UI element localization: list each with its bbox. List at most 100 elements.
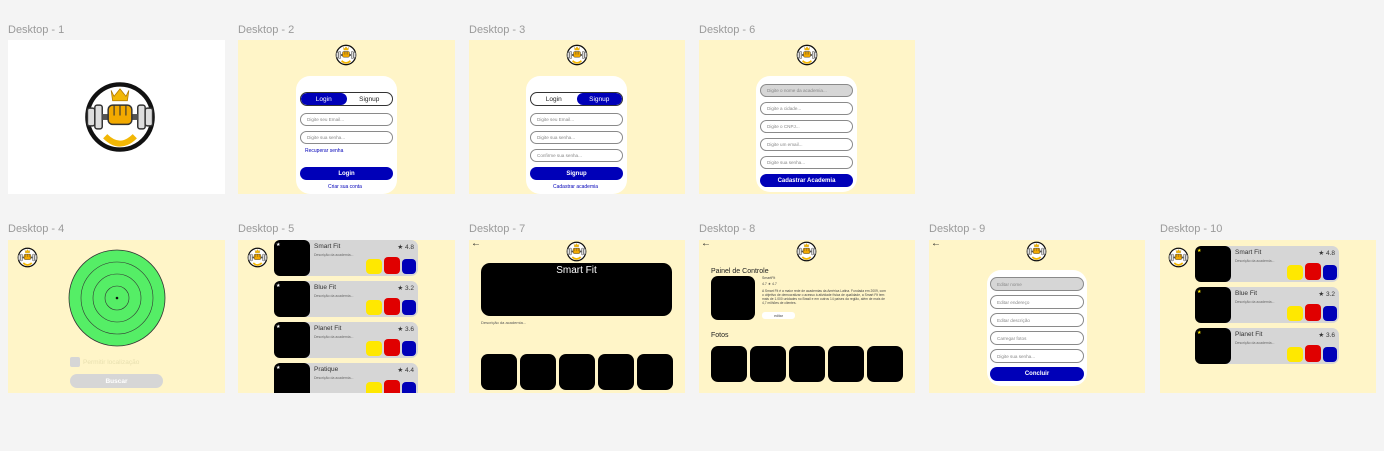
gym-title: Smart Fit [556, 265, 597, 276]
yellow-tag [366, 382, 382, 393]
frame-desktop-3: Login Signup Digite seu Email... Digite … [469, 40, 685, 194]
logo-icon [247, 247, 268, 268]
location-radar[interactable] [68, 249, 166, 347]
register-gym-card: Digite o nome da academia... Digite a ci… [756, 76, 857, 192]
tab-signup[interactable]: Signup [347, 93, 393, 105]
register-gym-button[interactable]: Cadastrar Academia [760, 174, 853, 187]
frame-desktop-7: ← Smart Fit Descrição da academia... [469, 240, 685, 393]
gym-description: Descrição da academia... [1235, 300, 1275, 304]
edit-gym-card: Editar nome Editar endereço Editar descr… [987, 270, 1087, 386]
frame-label-desktop-2: Desktop - 2 [238, 24, 295, 36]
frame-desktop-8: ← Painel de Controle SmartFit 4.7 ★ 4.7 … [699, 240, 915, 393]
auth-tabs: Login Signup [300, 92, 393, 106]
tab-signup[interactable]: Signup [576, 93, 622, 105]
gym-description: Descrição da academia... [314, 376, 354, 380]
gym-name: Smart Fit [1235, 249, 1262, 256]
signup-card: Login Signup Digite seu Email... Digite … [526, 76, 627, 194]
star-icon: ★ [276, 324, 281, 330]
signup-button[interactable]: Signup [530, 167, 623, 180]
blue-tag [402, 341, 416, 356]
login-button[interactable]: Login [300, 167, 393, 180]
gym-name: Blue Fit [1235, 290, 1258, 297]
blue-tag [402, 382, 416, 393]
yellow-tag [1287, 306, 1303, 321]
tab-login[interactable]: Login [301, 93, 347, 105]
frame-label-desktop-6: Desktop - 6 [699, 24, 756, 36]
finish-button[interactable]: Concluir [990, 367, 1084, 381]
logo-icon [335, 44, 357, 66]
blue-tag [402, 259, 416, 274]
frame-desktop-6: Digite o nome da academia... Digite a ci… [699, 40, 915, 194]
blue-tag [1323, 265, 1337, 280]
gym-card[interactable]: ★ Blue Fit ★ 3.2 Descrição da academia..… [1195, 287, 1339, 323]
red-tag [384, 257, 400, 274]
frame-desktop-10: ★ Smart Fit ★ 4.8 Descrição da academia.… [1160, 240, 1376, 393]
star-icon: ★ [1197, 248, 1202, 254]
gym-description: Descrição da academia... [481, 320, 527, 325]
create-account-link[interactable]: Criar sua conta [328, 184, 362, 190]
red-tag [1305, 345, 1321, 362]
yellow-tag [366, 300, 382, 315]
email-field[interactable]: Digite seu Email... [300, 113, 393, 126]
gym-photo[interactable] [520, 354, 556, 390]
red-tag [1305, 304, 1321, 321]
password-field[interactable]: Digite sua senha... [300, 131, 393, 144]
gym-photo[interactable] [828, 346, 864, 382]
gym-card[interactable]: ★ Planet Fit ★ 3.6 Descrição da academia… [1195, 328, 1339, 364]
yellow-tag [1287, 347, 1303, 362]
gym-photo[interactable] [481, 354, 517, 390]
city-field[interactable]: Digite a cidade... [760, 102, 853, 115]
gym-description: Descrição da academia... [314, 253, 354, 257]
gym-name-field[interactable]: Digite o nome da academia... [760, 84, 853, 97]
logo-icon [1168, 247, 1189, 268]
logo-icon [80, 80, 160, 154]
gym-rating: ★ 4.8 [1318, 250, 1335, 257]
gym-card[interactable]: ★ Smart Fit ★ 4.8 Descrição da academia.… [1195, 246, 1339, 282]
register-gym-link[interactable]: Cadastrar academia [553, 184, 598, 190]
password-field[interactable]: Digite sua senha... [990, 349, 1084, 363]
blue-tag [1323, 306, 1337, 321]
gym-rating: ★ 3.2 [397, 285, 414, 292]
back-arrow-icon[interactable]: ← [471, 240, 481, 249]
email-field[interactable]: Digite um email... [760, 138, 853, 151]
edit-description-field[interactable]: Editar descrição [990, 313, 1084, 327]
gym-photo[interactable] [789, 346, 825, 382]
edit-button[interactable]: editar [762, 312, 795, 319]
tab-login[interactable]: Login [531, 93, 577, 105]
gym-photo[interactable] [867, 346, 903, 382]
gym-card[interactable]: ★ Pratique ★ 4.4 Descrição da academia..… [274, 363, 418, 393]
frame-label-desktop-9: Desktop - 9 [929, 223, 986, 235]
gym-photo[interactable] [598, 354, 634, 390]
gym-name: Planet Fit [1235, 331, 1263, 338]
gym-photo[interactable] [711, 346, 747, 382]
red-tag [384, 380, 400, 393]
frame-label-desktop-5: Desktop - 5 [238, 223, 295, 235]
location-checkbox[interactable] [70, 357, 80, 367]
edit-address-field[interactable]: Editar endereço [990, 295, 1084, 309]
yellow-tag [366, 341, 382, 356]
gym-photo[interactable] [637, 354, 673, 390]
email-field[interactable]: Digite seu Email... [530, 113, 623, 126]
gym-rating: ★ 3.6 [397, 326, 414, 333]
gym-name: Blue Fit [314, 284, 337, 291]
recover-password-link[interactable]: Recuperar senha [305, 148, 343, 154]
gym-name: Pratique [314, 366, 339, 373]
gym-card[interactable]: ★ Planet Fit ★ 3.6 Descrição da academia… [274, 322, 418, 358]
gym-card[interactable]: ★ Smart Fit ★ 4.8 Descrição da academia.… [274, 240, 418, 276]
gym-card[interactable]: ★ Blue Fit ★ 3.2 Descrição da academia..… [274, 281, 418, 317]
search-button[interactable]: Buscar [70, 374, 163, 388]
edit-name-field[interactable]: Editar nome [990, 277, 1084, 291]
gym-banner: Smart Fit [481, 263, 672, 316]
password-field[interactable]: Digite sua senha... [760, 156, 853, 169]
confirm-password-field[interactable]: Confirme sua senha... [530, 149, 623, 162]
location-checkbox-label: Permitir localização [83, 359, 140, 366]
back-arrow-icon[interactable]: ← [701, 240, 711, 249]
back-arrow-icon[interactable]: ← [931, 240, 941, 249]
gym-photo[interactable] [750, 346, 786, 382]
gym-photo[interactable] [559, 354, 595, 390]
cnpj-field[interactable]: Digite o CNPJ... [760, 120, 853, 133]
upload-photos-field[interactable]: Carregar fotos [990, 331, 1084, 345]
gym-description: Descrição da academia... [1235, 341, 1275, 345]
gym-description: Descrição da academia... [314, 335, 354, 339]
password-field[interactable]: Digite sua senha... [530, 131, 623, 144]
